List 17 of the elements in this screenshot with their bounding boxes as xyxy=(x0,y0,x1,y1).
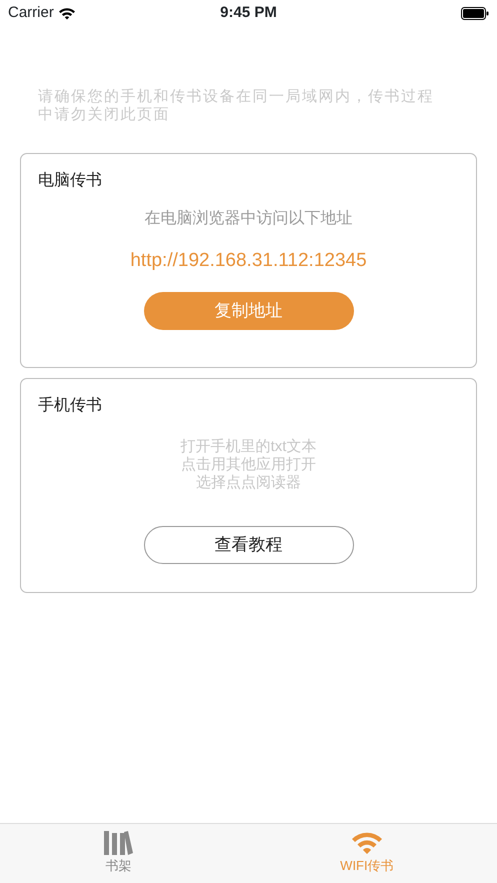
instruction-line: 点击用其他应用打开 xyxy=(181,456,316,474)
clock-time: 9:45 PM xyxy=(220,2,277,23)
battery-icon xyxy=(461,6,490,20)
card-title: 手机传书 xyxy=(38,396,103,416)
card-title: 电脑传书 xyxy=(38,170,103,191)
instruction-line: 选择点点阅读器 xyxy=(196,474,301,492)
tab-item[interactable]: 书架 xyxy=(0,824,237,883)
tab-item[interactable]: WIFI传书 xyxy=(236,824,497,883)
instruction-text: 在电脑浏览器中访问以下地址 xyxy=(144,208,352,229)
carrier-label: Carrier xyxy=(8,2,54,23)
instruction-line: 打开手机里的txt文本 xyxy=(180,438,316,456)
address-link[interactable]: http://192.168.31.112:12345 xyxy=(130,247,367,276)
copy-address-button[interactable]: 复制地址 xyxy=(144,292,354,330)
books-icon xyxy=(103,830,134,856)
tutorial-button[interactable]: 查看教程 xyxy=(144,526,354,564)
wifi-signal-icon xyxy=(58,6,76,20)
wifi-icon xyxy=(350,830,383,856)
